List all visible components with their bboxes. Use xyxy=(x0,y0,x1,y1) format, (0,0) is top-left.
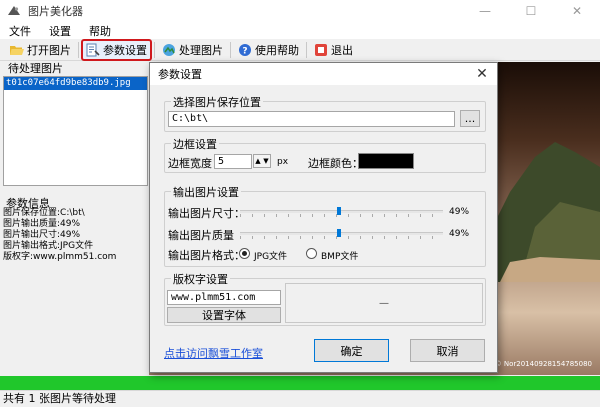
menu-file[interactable]: 文件 xyxy=(0,23,40,39)
output-quality-label: 输出图片质量 xyxy=(168,229,234,242)
output-quality-thumb[interactable] xyxy=(337,229,342,237)
exit-button[interactable]: 退出 xyxy=(310,40,357,60)
file-list[interactable]: t01c07e64fd9be83db9.jpg xyxy=(3,76,148,186)
title-bar: 图片美化器 — ☐ ✕ xyxy=(0,0,600,22)
spin-down-icon[interactable]: ▼ xyxy=(262,155,270,167)
slider-ticks xyxy=(240,214,443,217)
output-size-label: 输出图片尺寸： xyxy=(168,207,245,220)
studio-link[interactable]: 点击访问飘雪工作室 xyxy=(164,345,263,361)
list-item[interactable]: t01c07e64fd9be83db9.jpg xyxy=(4,77,147,90)
spin-up-icon[interactable]: ▲ xyxy=(254,155,262,167)
border-settings-label: 边框设置 xyxy=(171,136,219,152)
info-line: 版权字:www.plmm51.com xyxy=(3,252,117,262)
open-image-button[interactable]: 打开图片 xyxy=(6,40,75,60)
dialog-title: 参数设置 xyxy=(150,63,497,85)
toolbar-separator xyxy=(154,41,155,58)
mountain-photo xyxy=(480,142,600,282)
border-width-unit: px xyxy=(277,157,289,167)
output-size-slider[interactable] xyxy=(240,210,443,213)
toolbar-separator xyxy=(78,41,79,58)
pending-list-title: 待处理图片 xyxy=(8,62,63,75)
output-settings-label: 输出图片设置 xyxy=(171,184,241,200)
copyright-preview: — xyxy=(285,283,483,323)
menu-help[interactable]: 帮助 xyxy=(80,23,120,39)
copyright-settings-label: 版权字设置 xyxy=(171,271,230,287)
border-width-field[interactable]: 5 xyxy=(214,154,252,169)
info-box: 图片保存位置:C:\bt\ 图片输出质量:49% 图片输出尺寸:49% 图片输出… xyxy=(3,208,148,263)
output-quality-slider[interactable] xyxy=(240,232,443,235)
open-image-label: 打开图片 xyxy=(27,43,71,57)
info-line: 图片输出尺寸:49% xyxy=(3,230,81,240)
minimize-button[interactable]: — xyxy=(462,0,508,22)
output-format-label: 输出图片格式： xyxy=(168,249,245,262)
copyright-text-field[interactable]: www.plmm51.com xyxy=(167,290,281,305)
format-jpg-radio[interactable] xyxy=(239,248,250,259)
set-font-button[interactable]: 设置字体 xyxy=(167,307,281,323)
toolbar: 打开图片 参数设置 处理图片 ? 使用帮助 退出 xyxy=(0,38,600,61)
info-line: 图片输出格式:JPG文件 xyxy=(3,241,94,251)
settings-doc-icon xyxy=(86,43,100,56)
menu-settings[interactable]: 设置 xyxy=(40,23,80,39)
status-bar: 共有 1 张图片等待处理 xyxy=(0,390,600,407)
usage-help-button[interactable]: ? 使用帮助 xyxy=(234,40,303,60)
border-color-swatch[interactable] xyxy=(358,153,414,169)
slider-ticks xyxy=(240,236,443,239)
exit-icon xyxy=(315,43,327,56)
exit-label: 退出 xyxy=(331,43,353,57)
params-dialog: 参数设置 ✕ 选择图片保存位置 C:\bt\ ... 边框设置 边框宽度： 5 … xyxy=(149,62,498,373)
image-watermark: © Nor20140928154785080 xyxy=(494,360,592,368)
folder-open-icon xyxy=(10,45,24,55)
dialog-close-icon[interactable]: ✕ xyxy=(473,65,491,83)
cancel-button[interactable]: 取消 xyxy=(410,339,485,362)
close-window-button[interactable]: ✕ xyxy=(554,0,600,22)
output-quality-value: 49% xyxy=(449,229,470,239)
app-icon xyxy=(6,3,22,19)
border-width-spinner[interactable]: ▲ ▼ xyxy=(253,154,271,168)
toolbar-separator xyxy=(230,41,231,58)
save-location-label: 选择图片保存位置 xyxy=(171,94,263,110)
maximize-button[interactable]: ☐ xyxy=(508,0,554,22)
toolbar-separator xyxy=(306,41,307,58)
left-pane: 待处理图片 t01c07e64fd9be83db9.jpg 参数信息 图片保存位… xyxy=(0,62,149,375)
menu-bar: 文件 设置 帮助 xyxy=(0,22,600,39)
format-bmp-label: BMP文件 xyxy=(321,252,359,262)
output-size-value: 49% xyxy=(449,207,470,217)
params-settings-label: 参数设置 xyxy=(103,43,147,57)
help-icon: ? xyxy=(239,43,251,56)
params-settings-button[interactable]: 参数设置 xyxy=(81,38,152,61)
info-line: 图片输出质量:49% xyxy=(3,219,81,229)
ok-button[interactable]: 确定 xyxy=(314,339,389,362)
process-image-icon xyxy=(163,43,175,56)
window-title: 图片美化器 xyxy=(28,5,83,18)
output-size-thumb[interactable] xyxy=(337,207,342,215)
format-bmp-radio[interactable] xyxy=(306,248,317,259)
progress-bar xyxy=(0,376,600,390)
save-path-field[interactable]: C:\bt\ xyxy=(168,111,455,127)
process-image-label: 处理图片 xyxy=(179,43,223,57)
svg-text:?: ? xyxy=(242,46,247,56)
info-line: 图片保存位置:C:\bt\ xyxy=(3,208,85,218)
browse-button[interactable]: ... xyxy=(460,110,480,127)
format-jpg-label: JPG文件 xyxy=(254,252,288,262)
border-color-label: 边框颜色： xyxy=(308,157,363,170)
usage-help-label: 使用帮助 xyxy=(255,43,299,57)
process-image-button[interactable]: 处理图片 xyxy=(158,40,227,60)
